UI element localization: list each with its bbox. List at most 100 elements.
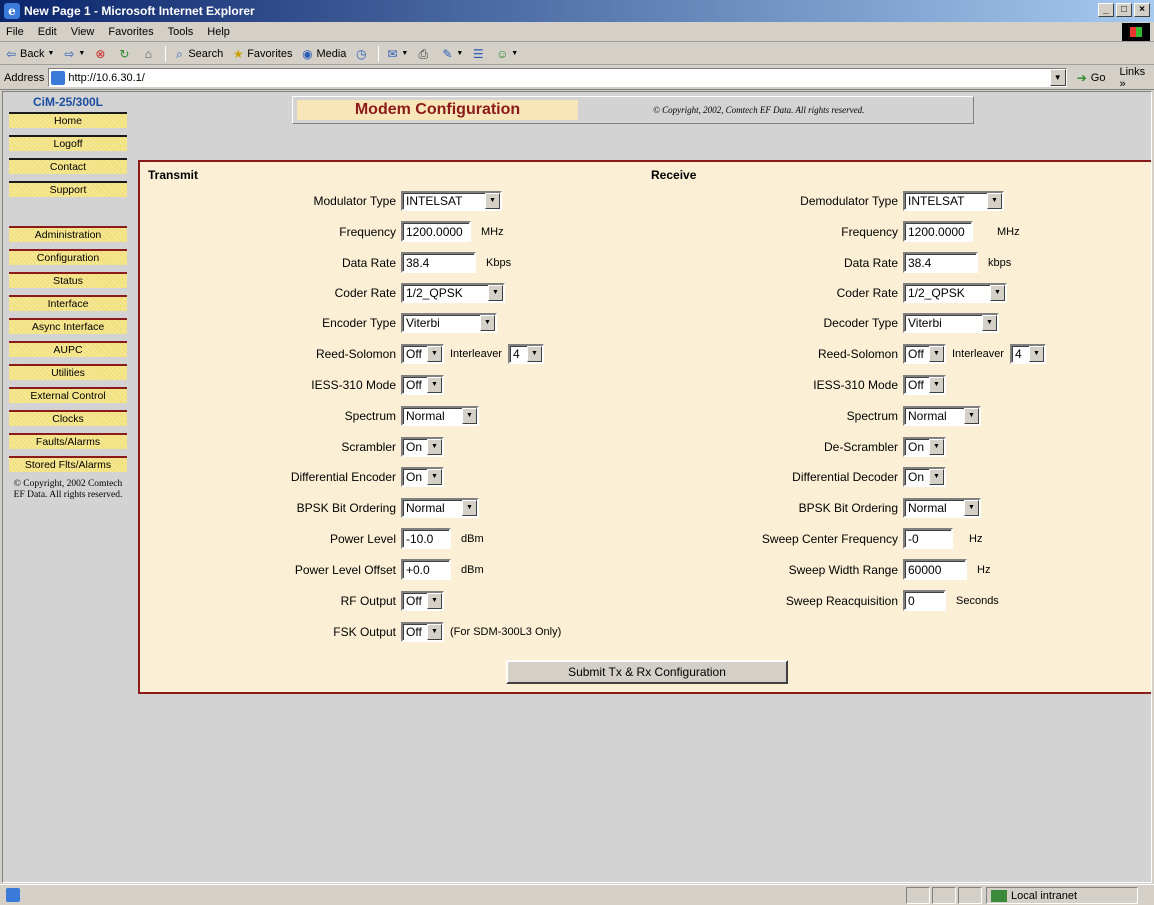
- menu-tools[interactable]: Tools: [168, 26, 194, 38]
- nav-stored-faults-alarms[interactable]: Stored Flts/Alarms: [9, 456, 127, 472]
- nav-home[interactable]: Home: [9, 112, 127, 128]
- menu-edit[interactable]: Edit: [38, 26, 57, 38]
- rx-data-rate-input[interactable]: [903, 252, 978, 273]
- tx-fsk-output-value: Off: [406, 625, 422, 639]
- rx-bpsk-bit-ordering-select[interactable]: Normal ▼: [903, 498, 981, 518]
- windows-logo-icon: [1122, 23, 1150, 41]
- media-icon: ◉: [302, 46, 313, 61]
- rx-reed-solomon-select[interactable]: Off ▼: [903, 344, 946, 364]
- favorites-label: Favorites: [247, 47, 293, 60]
- dropdown-arrow-icon: ▼: [929, 439, 944, 455]
- dropdown-arrow-icon: ▼: [929, 377, 944, 393]
- rx-demodulator-type-value: INTELSAT: [908, 194, 965, 208]
- nav-async-interface[interactable]: Async Interface: [9, 318, 127, 334]
- forward-button[interactable]: ⇨ ▼: [62, 47, 85, 61]
- history-icon: ◷: [356, 46, 367, 61]
- go-button[interactable]: ➔ Go: [1075, 71, 1106, 85]
- minimize-button[interactable]: _: [1098, 3, 1114, 17]
- media-button[interactable]: ◉ Media: [300, 47, 346, 61]
- rx-frequency-unit: MHz: [997, 225, 1020, 238]
- links-button[interactable]: Links »: [1119, 66, 1154, 90]
- title-bar: e New Page 1 - Microsoft Internet Explor…: [0, 0, 1154, 22]
- links-label: Links: [1119, 65, 1146, 78]
- dropdown-arrow-icon: ▼: [1028, 346, 1044, 362]
- rx-sweep-center-frequency-unit: Hz: [969, 532, 983, 545]
- model-name: CiM-25/300L: [32, 95, 104, 109]
- nav-clocks[interactable]: Clocks: [9, 410, 127, 426]
- nav-administration[interactable]: Administration: [9, 226, 127, 242]
- nav-support[interactable]: Support: [9, 181, 127, 197]
- rx-decoder-type-label: Decoder Type: [823, 316, 899, 330]
- home-icon: ⌂: [144, 46, 152, 61]
- rx-decoder-type-select[interactable]: Viterbi ▼: [903, 313, 999, 333]
- page-icon: [51, 70, 66, 85]
- dropdown-arrow-icon: ▼: [964, 500, 979, 516]
- nav-contact[interactable]: Contact: [9, 158, 127, 174]
- rx-spectrum-select[interactable]: Normal ▼: [903, 406, 981, 426]
- nav-external-control[interactable]: External Control: [9, 387, 127, 403]
- rx-interleaver-select[interactable]: 4 ▼: [1009, 344, 1046, 364]
- rx-interleaver-label: Interleaver: [952, 348, 1004, 360]
- menu-file[interactable]: File: [6, 26, 24, 38]
- rx-sweep-center-frequency-input[interactable]: [903, 528, 953, 549]
- search-button[interactable]: ⌕ Search: [172, 47, 223, 61]
- address-input[interactable]: http://10.6.30.1/ ▼: [48, 68, 1067, 87]
- status-cell: [958, 887, 982, 904]
- rx-decoder-type-value: Viterbi: [908, 316, 942, 330]
- rx-iess-mode-select[interactable]: Off ▼: [903, 375, 946, 395]
- home-button[interactable]: ⌂: [141, 47, 157, 61]
- refresh-icon: ↻: [119, 46, 130, 61]
- nav-logoff[interactable]: Logoff: [9, 135, 127, 151]
- nav-configuration[interactable]: Configuration: [9, 249, 127, 265]
- stop-button[interactable]: ⊗: [93, 47, 109, 61]
- submit-configuration-button[interactable]: Submit Tx & Rx Configuration: [506, 660, 788, 684]
- close-button[interactable]: ×: [1134, 3, 1150, 17]
- go-label: Go: [1090, 71, 1106, 84]
- header-box: Modem Configuration © Copyright, 2002, C…: [292, 96, 974, 124]
- rx-data-rate-label: Data Rate: [843, 256, 898, 270]
- rx-descrambler-label: De-Scrambler: [823, 440, 898, 454]
- rx-demodulator-type-select[interactable]: INTELSAT ▼: [903, 191, 1004, 211]
- nav-utilities[interactable]: Utilities: [9, 364, 127, 380]
- status-bar: Local intranet: [0, 884, 1154, 905]
- rx-frequency-input[interactable]: [903, 221, 973, 242]
- menu-favorites[interactable]: Favorites: [108, 26, 153, 38]
- dropdown-arrow-icon: ▼: [929, 469, 944, 485]
- rx-descrambler-select[interactable]: On ▼: [903, 437, 946, 457]
- nav-aupc[interactable]: AUPC: [9, 341, 127, 357]
- favorites-button[interactable]: ★ Favorites: [231, 47, 293, 61]
- nav-faults-alarms[interactable]: Faults/Alarms: [9, 433, 127, 449]
- address-dropdown-icon[interactable]: ▼: [1049, 69, 1066, 86]
- address-bar: Address http://10.6.30.1/ ▼ ➔ Go Links »: [0, 66, 1154, 90]
- rx-coder-rate-value: 1/2_QPSK: [908, 286, 965, 300]
- menu-view[interactable]: View: [71, 26, 95, 38]
- receive-title: Receive: [651, 168, 697, 182]
- history-button[interactable]: ◷: [354, 47, 370, 61]
- messenger-button[interactable]: ☺ ▼: [495, 47, 518, 61]
- rx-sweep-reacquisition-label: Sweep Reacquisition: [785, 594, 898, 608]
- mail-button[interactable]: ✉ ▼: [385, 47, 408, 61]
- media-label: Media: [316, 47, 347, 60]
- print-icon: ⎙: [418, 46, 429, 61]
- mail-icon: ✉: [387, 46, 398, 61]
- rx-iess-mode-value: Off: [908, 378, 924, 392]
- back-button[interactable]: ⇦ Back ▼: [4, 47, 54, 61]
- rx-sweep-width-range-input[interactable]: [903, 559, 967, 580]
- tx-fsk-output-select[interactable]: Off ▼: [401, 622, 444, 642]
- go-arrow-icon: ➔: [1076, 70, 1087, 85]
- discuss-button[interactable]: ☰: [471, 47, 487, 61]
- rx-coder-rate-label: Coder Rate: [836, 286, 898, 300]
- intranet-icon: [991, 889, 1007, 902]
- refresh-button[interactable]: ↻: [117, 47, 133, 61]
- edit-button[interactable]: ✎ ▼: [440, 47, 463, 61]
- rx-coder-rate-select[interactable]: 1/2_QPSK ▼: [903, 283, 1007, 303]
- maximize-button[interactable]: □: [1116, 3, 1132, 17]
- ie-icon: e: [4, 3, 20, 19]
- print-button[interactable]: ⎙: [416, 47, 432, 61]
- menu-help[interactable]: Help: [207, 26, 230, 38]
- rx-differential-decoder-select[interactable]: On ▼: [903, 467, 946, 487]
- nav-status[interactable]: Status: [9, 272, 127, 288]
- dropdown-arrow-icon: ▼: [427, 624, 442, 640]
- nav-interface[interactable]: Interface: [9, 295, 127, 311]
- rx-sweep-reacquisition-input[interactable]: [903, 590, 946, 611]
